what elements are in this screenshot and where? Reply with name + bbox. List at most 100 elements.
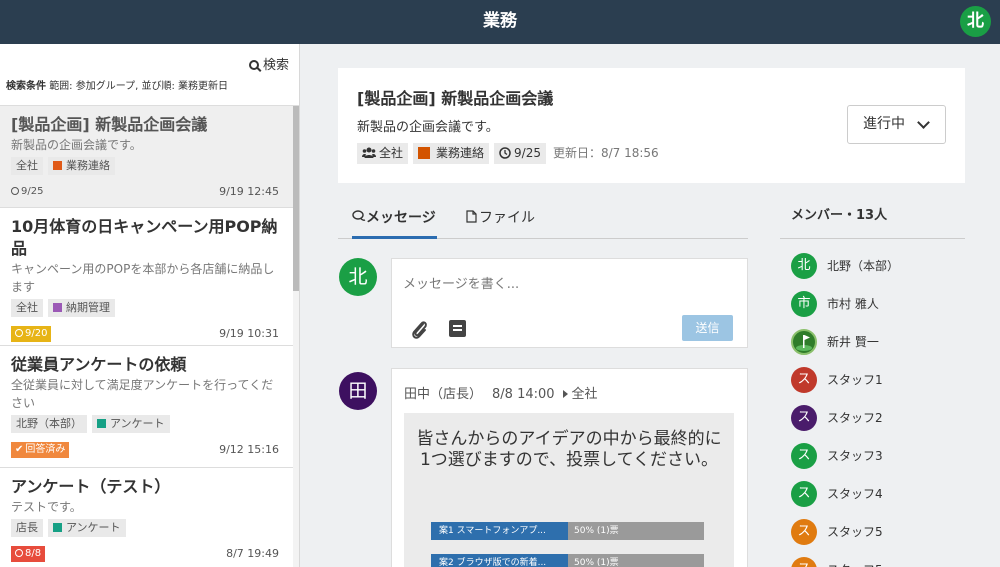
poll-option-label: 案1 スマートフォンアプ...: [439, 526, 546, 536]
updated-date: 更新日：8/7 18:56: [552, 146, 659, 160]
member-name: 市村 雅人: [827, 297, 879, 311]
caret-right-icon: [562, 390, 568, 398]
search-condition-text: 範囲: 参加グループ, 並び順: 業務更新日: [49, 81, 229, 92]
tab-messages[interactable]: メッセージ: [352, 203, 437, 239]
message-input[interactable]: メッセージを書く...: [403, 273, 519, 292]
tab-files[interactable]: ファイル: [466, 203, 535, 239]
search-condition-label: 検索条件: [6, 81, 46, 92]
member-name: スタッフ5: [827, 525, 883, 539]
golf-flag-avatar-icon: [791, 329, 817, 355]
due-label: 9/20: [25, 328, 48, 339]
compose-avatar: 北: [339, 258, 377, 296]
category-label: アンケート: [110, 417, 165, 430]
detail-tabs: メッセージ ファイル: [338, 203, 748, 239]
task-desc: 新製品の企画会議です。: [357, 120, 499, 135]
answered-badge: ✔ 回答済み: [11, 442, 70, 458]
poll: 皆さんからのアイデアの中から最終的に1つ選びますので、投票してください。 案1 …: [404, 413, 734, 567]
group-tag: 全社: [11, 157, 43, 175]
clock-icon: [11, 187, 19, 195]
format-icon[interactable]: [449, 320, 466, 337]
poll-option-label: 案2 ブラウザ版での新着...: [439, 558, 547, 567]
member-name: スタッフ1: [827, 373, 883, 387]
search-label: 検索: [262, 58, 289, 73]
group-tag: 北野（本部）: [11, 415, 87, 433]
member-avatar: ス: [791, 557, 817, 567]
check-icon: ✔: [15, 444, 24, 455]
compose-box: メッセージを書く... 送信: [391, 258, 748, 348]
user-avatar[interactable]: 北: [960, 6, 991, 37]
members-title: メンバー・13人: [780, 203, 965, 239]
chevron-down-icon: [917, 116, 930, 129]
send-button[interactable]: 送信: [682, 315, 733, 341]
member-avatar: ス: [791, 367, 817, 393]
post-header: 田中（店長） 8/8 14:00 全社: [404, 383, 598, 402]
chat-icon: [352, 210, 366, 221]
post-time: 8/8 14:00: [492, 387, 555, 402]
poll-option-result: 50% (1)票: [574, 526, 619, 536]
due-label: 9/25: [21, 186, 44, 197]
task-detail: [製品企画] 新製品企画会議 新製品の企画会議です。 全社 業務連絡 9/25 更新日…: [300, 44, 1000, 567]
poll-option[interactable]: 案2 ブラウザ版での新着... 50% (1)票: [431, 554, 704, 567]
category-tag: 業務連絡: [413, 143, 490, 164]
member-name: スタッフ2: [827, 411, 883, 425]
search-row: 検索: [0, 44, 299, 80]
due-label: 9/25: [514, 146, 541, 160]
item-title: [製品企画] 新製品企画会議: [11, 115, 208, 134]
status-label: 進行中: [863, 116, 905, 132]
search-condition: 検索条件 範囲: 参加グループ, 並び順: 業務更新日: [0, 80, 299, 106]
due-date: 8/8: [11, 546, 46, 562]
category-color-icon: [53, 523, 62, 532]
list-item[interactable]: [製品企画] 新製品企画会議 新製品の企画会議です。 全社 業務連絡 9/25 9…: [0, 106, 294, 208]
tab-messages-label: メッセージ: [366, 210, 436, 226]
post-scope: 全社: [571, 387, 598, 402]
due-date: 9/25: [11, 184, 43, 200]
paperclip-icon[interactable]: [410, 319, 430, 341]
group-tag: 店長: [11, 519, 43, 537]
poll-question: 皆さんからのアイデアの中から最終的に1つ選びますので、投票してください。: [416, 429, 722, 470]
updated-time: 8/7 19:49: [226, 547, 279, 560]
list-item[interactable]: 従業員アンケートの依頼 全従業員に対して満足度アンケートを行ってください 北野（…: [0, 346, 294, 468]
due-label: 8/8: [25, 548, 42, 559]
member-name: スタッフ3: [827, 449, 883, 463]
updated-time: 9/19 10:31: [219, 327, 279, 340]
due-tag: 9/25: [494, 143, 546, 164]
users-icon: [362, 147, 376, 158]
item-desc: 全従業員に対して満足度アンケートを行ってください: [11, 378, 274, 410]
category-label: 業務連絡: [66, 159, 110, 172]
status-dropdown[interactable]: 進行中: [847, 105, 946, 144]
item-desc: キャンペーン用のPOPを本部から各店舗に納品します: [11, 262, 275, 294]
member-avatar: 北: [791, 253, 817, 279]
list-item[interactable]: 10月体育の日キャンペーン用POP納品 キャンペーン用のPOPを本部から各店舗に…: [0, 208, 294, 346]
category-label: 納期管理: [66, 301, 110, 314]
list-item[interactable]: アンケート（テスト） テストです。 店長 アンケート 8/8 8/7 19:49: [0, 468, 294, 567]
updated-time: 9/19 12:45: [219, 185, 279, 198]
updated-time: 9/12 15:16: [219, 443, 279, 456]
message-post: 田中（店長） 8/8 14:00 全社 皆さんからのアイデアの中から最終的に1つ選び…: [391, 368, 748, 567]
group-tag: 全社: [11, 299, 43, 317]
task-card: [製品企画] 新製品企画会議 新製品の企画会議です。 全社 業務連絡 9/25 更新日…: [338, 68, 965, 183]
group-label: 全社: [379, 146, 404, 160]
page-title: 業務: [483, 11, 517, 31]
due-date: 9/20: [11, 326, 52, 342]
task-title: [製品企画] 新製品企画会議: [357, 89, 554, 108]
category-color-icon: [418, 147, 431, 159]
scrollbar-thumb[interactable]: [293, 106, 299, 291]
poll-option[interactable]: 案1 スマートフォンアプ... 50% (1)票: [431, 522, 704, 540]
due-label: 回答済み: [25, 444, 66, 455]
item-desc: 新製品の企画会議です。: [11, 138, 142, 152]
category-tag: アンケート: [48, 519, 126, 537]
item-desc: テストです。: [11, 500, 82, 514]
task-sidebar: 検索 検索条件 範囲: 参加グループ, 並び順: 業務更新日 [製品企画] 新製…: [0, 44, 300, 567]
member-name: 新井 賢一: [827, 335, 879, 349]
clock-icon: [15, 549, 23, 557]
task-list: [製品企画] 新製品企画会議 新製品の企画会議です。 全社 業務連絡 9/25 9…: [0, 106, 294, 567]
search-button[interactable]: 検索: [248, 54, 289, 73]
member-avatar: ス: [791, 519, 817, 545]
category-tag: 業務連絡: [48, 157, 115, 175]
list-scrollbar[interactable]: [293, 106, 299, 567]
category-color-icon: [53, 303, 62, 312]
item-title: 10月体育の日キャンペーン用POP納品: [11, 217, 278, 258]
category-tag: アンケート: [92, 415, 170, 433]
member-name: 北野（本部）: [827, 259, 900, 273]
group-tag: 全社: [357, 143, 409, 164]
